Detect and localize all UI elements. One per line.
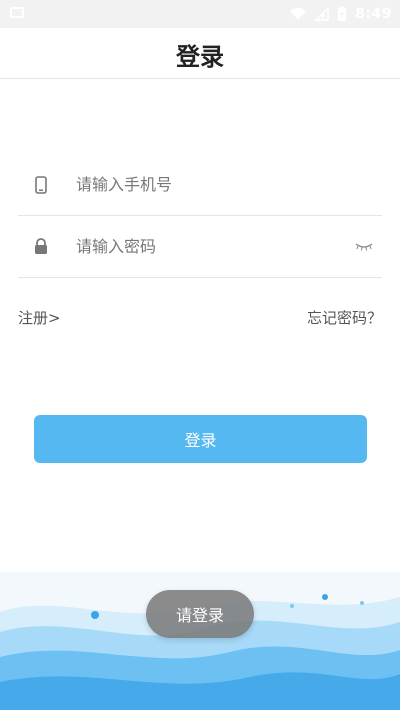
phone-icon	[18, 175, 64, 194]
no-signal-icon	[315, 7, 329, 21]
register-link[interactable]: 注册>	[18, 307, 61, 328]
eye-closed-icon[interactable]	[346, 242, 382, 252]
login-button[interactable]: 登录	[34, 415, 367, 463]
picture-icon	[10, 7, 24, 18]
toast-message: 请登录	[146, 590, 254, 638]
header: 登录	[0, 28, 400, 79]
links-row: 注册> 忘记密码？	[18, 306, 382, 328]
wifi-icon	[289, 7, 307, 21]
status-bar: 8:49	[0, 0, 400, 28]
phone-input[interactable]	[64, 174, 382, 195]
status-icons: 8:49	[289, 0, 392, 28]
password-field-row	[18, 216, 382, 278]
status-time: 8:49	[355, 6, 392, 22]
battery-charging-icon	[337, 6, 347, 22]
forgot-password-link[interactable]: 忘记密码？	[307, 307, 382, 328]
password-input[interactable]	[64, 236, 346, 257]
lock-icon	[18, 238, 64, 255]
phone-field-row	[18, 154, 382, 216]
page-title: 登录	[176, 43, 224, 71]
